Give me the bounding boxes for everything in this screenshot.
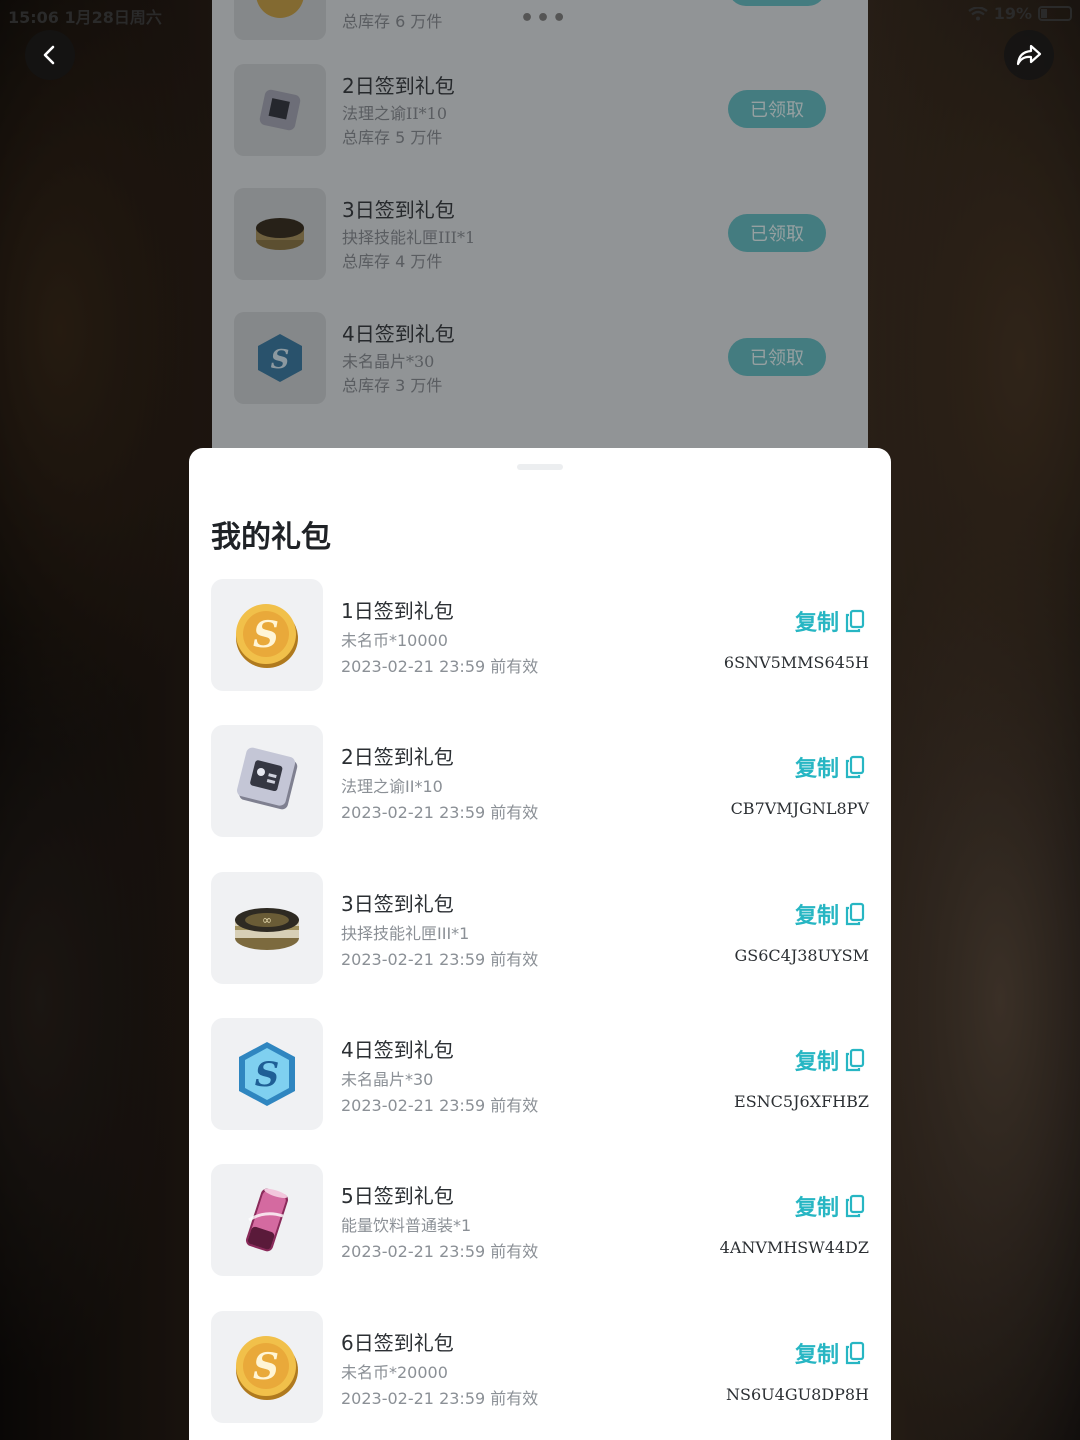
- gift-title: 3日签到礼包: [341, 892, 454, 916]
- svg-text:S: S: [255, 1055, 280, 1095]
- gift-content: 未名币*10000: [341, 631, 448, 650]
- copy-button[interactable]: 复制: [795, 605, 865, 637]
- gift-expire: 2023-02-21 23:59 前有效: [341, 657, 539, 676]
- gift-expire: 2023-02-21 23:59 前有效: [341, 1096, 539, 1115]
- battery-icon: [1038, 6, 1072, 21]
- gift-title: 5日签到礼包: [341, 1184, 454, 1208]
- copy-label: 复制: [794, 904, 839, 929]
- gift-code[interactable]: 6SNV5MMS645H: [724, 653, 869, 672]
- status-right: 19%: [967, 4, 1072, 23]
- gift-code[interactable]: 4ANVMHSW44DZ: [720, 1238, 869, 1257]
- gift-title: 1日签到礼包: [341, 599, 454, 623]
- gift-title: 2日签到礼包: [341, 745, 454, 769]
- gift-expire: 2023-02-21 23:59 前有效: [341, 1389, 539, 1408]
- energy-drink-icon: [211, 1164, 323, 1276]
- copy-label: 复制: [794, 757, 839, 782]
- back-button[interactable]: [25, 30, 75, 80]
- gold-coin-icon: S: [211, 1311, 323, 1423]
- wifi-icon: [967, 6, 988, 20]
- copy-button[interactable]: 复制: [795, 1190, 865, 1222]
- copy-icon: [845, 755, 865, 779]
- sheet-title: 我的礼包: [211, 520, 331, 555]
- gift-row: 2日签到礼包 法理之谕II*10 2023-02-21 23:59 前有效 复制…: [211, 725, 869, 837]
- gold-coin-icon: S: [211, 579, 323, 691]
- gift-row: S 4日签到礼包 未名晶片*30 2023-02-21 23:59 前有效 复制…: [211, 1018, 869, 1130]
- gift-row: 5日签到礼包 能量饮料普通装*1 2023-02-21 23:59 前有效 复制…: [211, 1164, 869, 1276]
- share-button[interactable]: [1004, 30, 1054, 80]
- copy-icon: [845, 1341, 865, 1365]
- gift-row: S 6日签到礼包 未名币*20000 2023-02-21 23:59 前有效 …: [211, 1311, 869, 1423]
- copy-button[interactable]: 复制: [795, 751, 865, 783]
- copy-icon: [845, 609, 865, 633]
- gift-expire: 2023-02-21 23:59 前有效: [341, 803, 539, 822]
- skill-box-icon: ∞: [211, 872, 323, 984]
- gift-title: 6日签到礼包: [341, 1331, 454, 1355]
- gift-expire: 2023-02-21 23:59 前有效: [341, 950, 539, 969]
- gift-content: 未名晶片*30: [341, 1070, 434, 1089]
- copy-label: 复制: [794, 1196, 839, 1221]
- gift-code[interactable]: ESNC5J6XFHBZ: [734, 1092, 869, 1111]
- svg-text:S: S: [253, 1346, 279, 1388]
- battery-percent: 19%: [993, 4, 1032, 23]
- copy-label: 复制: [794, 611, 839, 636]
- copy-button[interactable]: 复制: [795, 1044, 865, 1076]
- share-icon: [1016, 44, 1042, 66]
- gift-content: 未名币*20000: [341, 1363, 448, 1382]
- my-gifts-sheet: 我的礼包 S 1日签到礼包 未名币*10000 2023-02-21 23:59…: [189, 448, 891, 1440]
- gift-code[interactable]: CB7VMJGNL8PV: [731, 799, 869, 818]
- copy-button[interactable]: 复制: [795, 1337, 865, 1369]
- blue-crystal-icon: S: [211, 1018, 323, 1130]
- gift-code[interactable]: GS6C4J38UYSM: [734, 946, 869, 965]
- gift-content: 能量饮料普通装*1: [341, 1216, 472, 1235]
- gift-row: S 1日签到礼包 未名币*10000 2023-02-21 23:59 前有效 …: [211, 579, 869, 691]
- copy-icon: [845, 1194, 865, 1218]
- sheet-grabber[interactable]: [517, 464, 563, 470]
- copy-label: 复制: [794, 1050, 839, 1075]
- gift-title: 4日签到礼包: [341, 1038, 454, 1062]
- copy-icon: [845, 1048, 865, 1072]
- svg-text:∞: ∞: [262, 913, 272, 927]
- copy-label: 复制: [794, 1343, 839, 1368]
- chevron-left-icon: [43, 45, 55, 65]
- gift-content: 抉择技能礼匣III*1: [341, 924, 470, 943]
- copy-button[interactable]: 复制: [795, 898, 865, 930]
- gift-row: ∞ 3日签到礼包 抉择技能礼匣III*1 2023-02-21 23:59 前有…: [211, 872, 869, 984]
- status-time: 15:06 1月28日周六: [8, 8, 162, 27]
- gift-code[interactable]: NS6U4GU8DP8H: [726, 1385, 869, 1404]
- silver-chip-icon: [211, 725, 323, 837]
- svg-text:S: S: [253, 614, 279, 656]
- more-icon[interactable]: •••: [520, 6, 568, 31]
- gift-content: 法理之谕II*10: [341, 777, 443, 796]
- status-bar: 15:06 1月28日周六 ••• 19%: [0, 0, 1080, 31]
- copy-icon: [845, 902, 865, 926]
- gift-expire: 2023-02-21 23:59 前有效: [341, 1242, 539, 1261]
